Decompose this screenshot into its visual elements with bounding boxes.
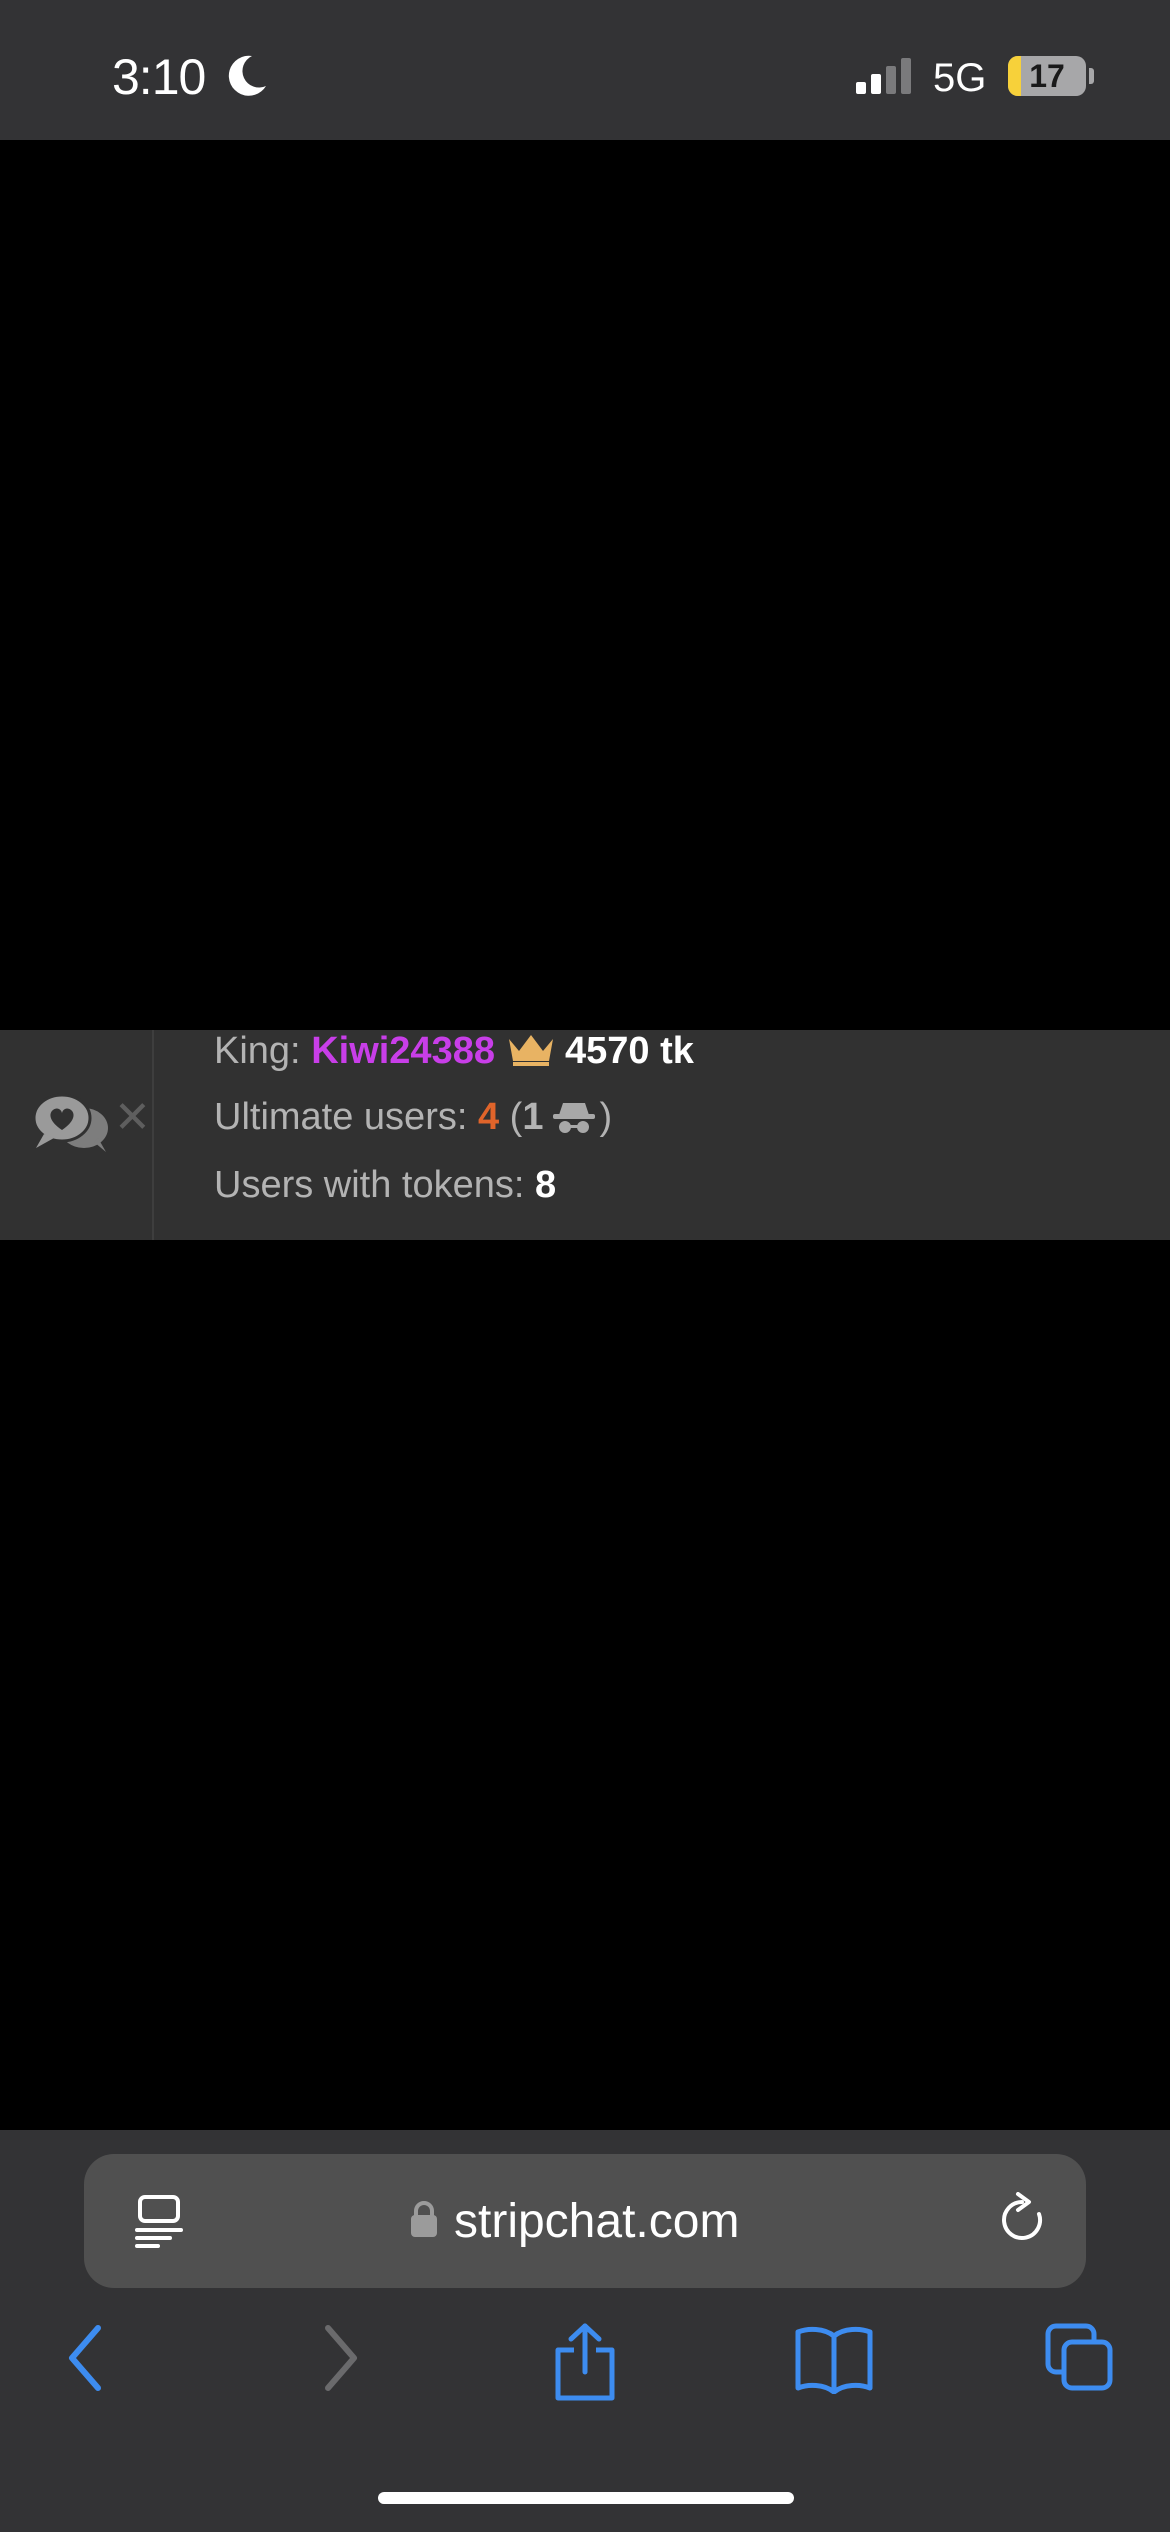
bookmarks-icon[interactable] [794, 2322, 874, 2394]
share-icon[interactable] [552, 2322, 618, 2402]
url-text[interactable]: stripchat.com [454, 2194, 739, 2249]
users-with-tokens-label: Users with tokens: [214, 1164, 525, 1206]
video-stream-bottom[interactable] [0, 1240, 1170, 2130]
home-indicator[interactable] [378, 2492, 794, 2504]
browser-toolbar: stripchat.com [0, 2130, 1170, 2532]
network-type: 5G [933, 56, 987, 100]
anon-open-paren: ( [509, 1096, 523, 1138]
ultimate-users-line: Ultimate users: 4 (1 ) [214, 1096, 612, 1139]
forward-icon[interactable] [318, 2322, 362, 2394]
close-panel-icon[interactable]: ✕ [114, 1096, 151, 1140]
status-time: 3:10 [112, 49, 206, 105]
signal-icon [856, 58, 911, 94]
ultimate-users-label: Ultimate users: [214, 1096, 468, 1138]
reload-icon[interactable] [998, 2192, 1046, 2248]
users-with-tokens-count: 8 [535, 1164, 557, 1206]
anonymous-count: 1 [522, 1096, 544, 1138]
stream-info-panel: ✕ King: Kiwi24388 4570 tk Ultimate users… [0, 1030, 1170, 1240]
back-icon[interactable] [64, 2322, 108, 2394]
video-stream-top[interactable] [0, 140, 1170, 1030]
lock-icon [411, 2201, 437, 2237]
king-username[interactable]: Kiwi24388 [311, 1030, 495, 1072]
address-bar[interactable]: stripchat.com [84, 2154, 1086, 2288]
battery-nub [1089, 68, 1094, 84]
tabs-icon[interactable] [1044, 2322, 1116, 2394]
king-line: King: Kiwi24388 4570 tk [214, 1030, 694, 1073]
king-label: King: [214, 1030, 301, 1072]
incognito-icon [553, 1103, 596, 1133]
users-with-tokens-line: Users with tokens: 8 [214, 1164, 556, 1207]
moon-icon [228, 55, 266, 96]
king-tokens: 4570 tk [564, 1030, 694, 1072]
anon-close-paren: ) [599, 1096, 613, 1138]
chat-sidebar: ✕ [0, 1030, 154, 1240]
crown-icon [508, 1035, 553, 1066]
chat-heart-icon[interactable] [32, 1092, 112, 1154]
battery-icon: 17 [1008, 56, 1086, 96]
battery-percent: 17 [1029, 58, 1065, 94]
status-bar: 3:10 5G 17 [0, 0, 1170, 140]
reader-mode-icon[interactable] [134, 2194, 184, 2248]
ultimate-users-count: 4 [477, 1096, 500, 1138]
